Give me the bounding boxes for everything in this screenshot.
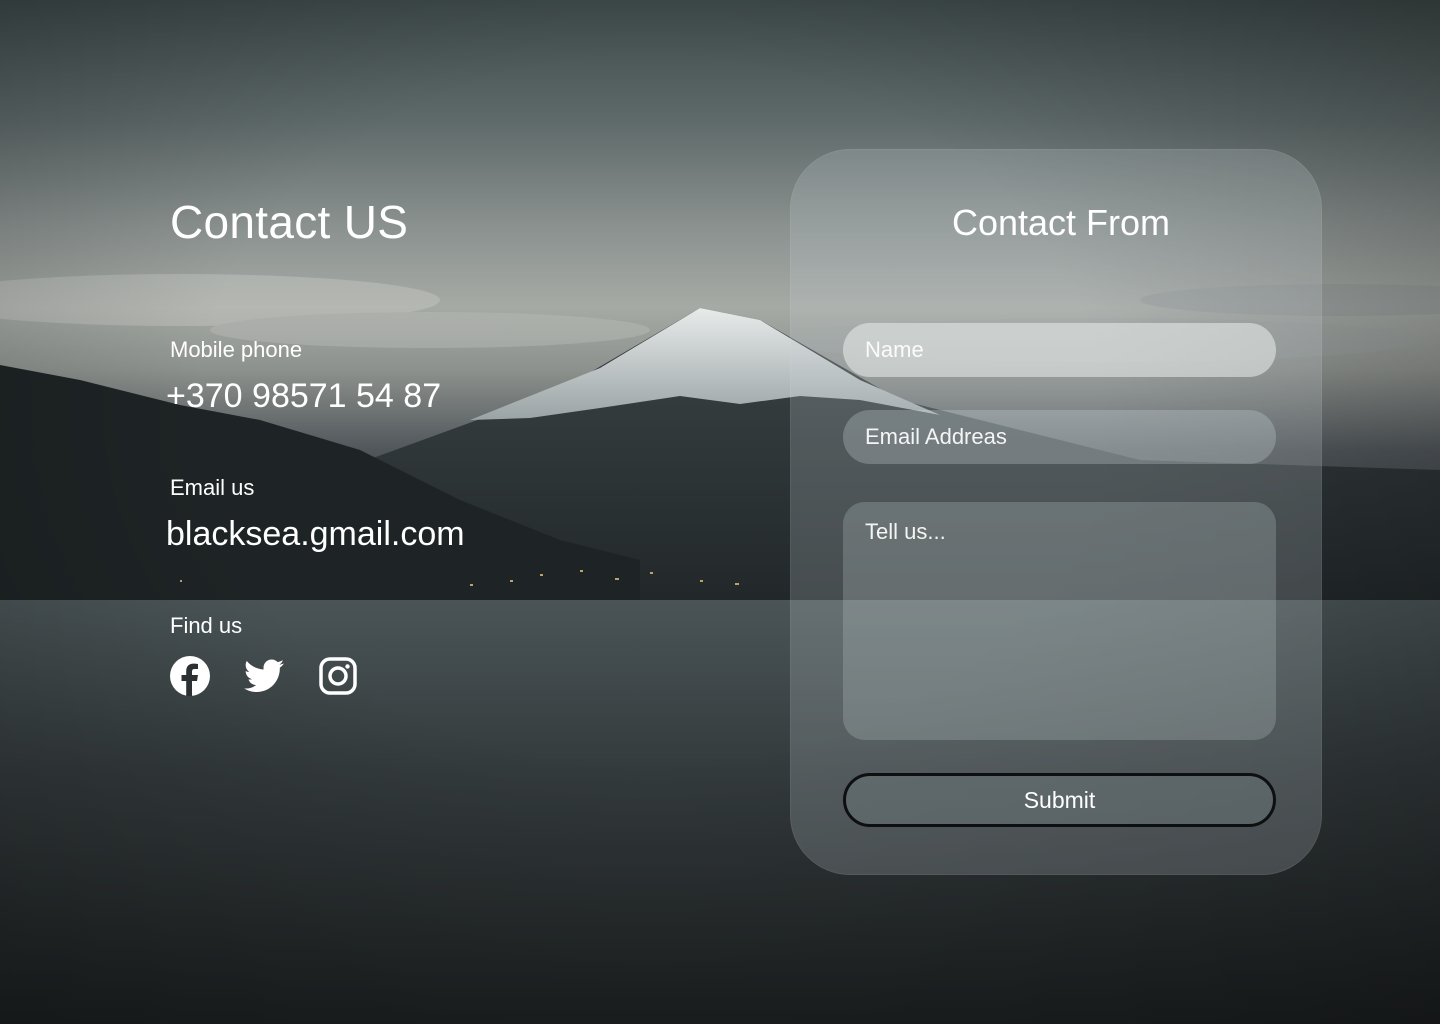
twitter-icon[interactable]: [244, 656, 284, 696]
social-links: [170, 656, 358, 696]
facebook-icon[interactable]: [170, 656, 210, 696]
name-input[interactable]: [843, 323, 1276, 377]
find-us-label: Find us: [170, 613, 243, 638]
form-title: Contact From: [951, 202, 1171, 243]
phone-label: Mobile phone: [170, 337, 303, 362]
message-textarea[interactable]: [843, 502, 1276, 740]
contact-info: Contact US Mobile phone +370 98571 54 87…: [166, 190, 730, 696]
phone-number[interactable]: +370 98571 54 87: [166, 374, 441, 418]
email-input[interactable]: [843, 410, 1276, 464]
submit-button[interactable]: Submit: [843, 773, 1276, 827]
contact-form-card: Contact From Submit: [790, 149, 1322, 875]
email-address[interactable]: blacksea.gmail.com: [166, 512, 465, 556]
instagram-icon[interactable]: [318, 656, 358, 696]
email-label: Email us: [170, 475, 255, 500]
page-title: Contact US: [170, 196, 409, 248]
